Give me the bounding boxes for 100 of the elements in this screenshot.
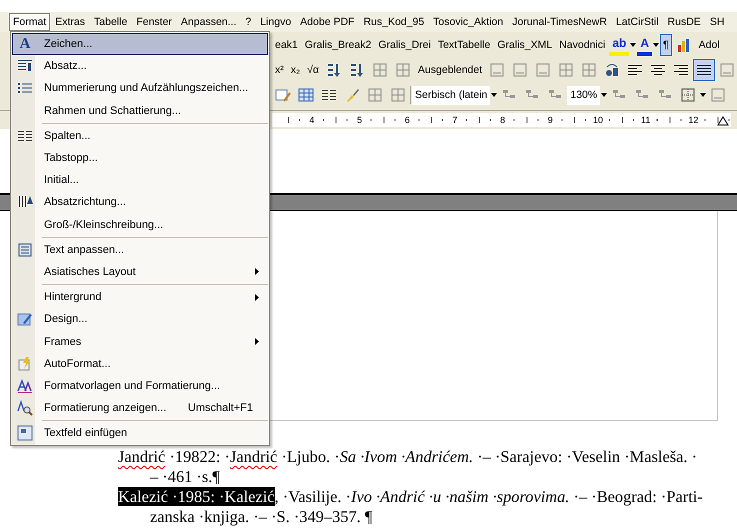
menu-title[interactable]: Tosovic_Aktion [429,13,508,31]
ruler-number: 9 [546,114,554,127]
menu-title[interactable]: Adobe PDF [296,13,358,31]
border-icon [680,87,696,103]
menu-title[interactable]: ? [241,13,256,31]
columns-icon [321,87,337,103]
grid-icon [394,62,411,78]
menu-item[interactable]: Frames [12,330,268,353]
menu-item-label: Hintergrund [44,291,102,304]
menu-title[interactable]: RusDE [664,13,705,31]
menu-item-label: Asiatisches Layout [44,266,137,278]
align-right-icon [673,62,690,78]
document-text: Jandrić [118,447,166,466]
toolbar-button[interactable]: Gralis_Drei [375,34,434,56]
toolbar-dropdown-field[interactable]: 130% [567,86,600,104]
menu-title[interactable]: Anpassen... [176,13,240,31]
menu-title[interactable]: LatCirStil [612,13,663,31]
menu-item[interactable]: Formatvorlagen und Formatierung... [12,374,268,397]
menu-item[interactable]: Absatzrichtung... [12,191,268,214]
menu-item[interactable]: Rahmen und Schattierung... [12,100,268,122]
menu-item[interactable]: Formatierung anzeigen... Umschalt+F1 [12,397,268,420]
ruler-number: 7 [451,114,458,127]
menu-item[interactable]: Design... [12,308,268,330]
menu-item[interactable]: Initial... [12,169,268,192]
toolbar-dropdown-field[interactable]: Serbisch (latein [412,86,490,104]
toolbar-button[interactable]: TextTabelle [434,34,494,56]
toolbar-button[interactable]: Gralis_Break2 [302,34,374,56]
dropdown-caret-icon[interactable] [601,93,608,97]
color-tool-button[interactable]: A [637,34,652,56]
menu-item-label: Absatz... [44,60,88,72]
ruler-number: 12 [687,114,700,127]
menu-item[interactable]: Absatz... [12,55,268,78]
menu-item[interactable]: Spalten... [12,124,268,147]
menu-item[interactable]: Text anpassen... [12,238,268,261]
menu-item-label: Design... [44,313,88,326]
toolbar-button[interactable]: x₂ [288,59,304,81]
menu-item[interactable]: A Zeichen... [12,33,268,56]
sort-icon [326,62,342,78]
toolbar-button[interactable]: Navodnici [556,34,608,56]
design-icon [17,311,33,328]
toolbar-button[interactable]: Gralis_XML [494,34,556,56]
menu-item[interactable]: Textfeld einfügen [12,422,268,444]
textbox-icon [17,425,33,442]
ruler[interactable]: 4 5 6 7 8 9 10 11 12 [272,113,732,127]
menu-item-label: Text anpassen... [44,244,126,256]
frame-icon [710,87,726,103]
toolbar-button[interactable]: Ausgeblendet [414,59,486,81]
menu-item-label: Spalten... [44,130,92,142]
selected-text: Kalezić ·1985: ·Kalezić [118,487,275,506]
toolbar-button[interactable]: ¶ [660,34,672,56]
menu-item-label: Rahmen und Schattierung... [44,104,182,117]
menu-title[interactable]: Extras [51,13,90,31]
frame-icon [489,62,506,78]
menu-item[interactable]: Tabstopp... [12,146,268,170]
menu-item-label: Absatzrichtung... [44,196,127,208]
align-left-icon [627,62,644,78]
dropdown-caret-icon[interactable] [653,43,660,47]
menu-item-label: Frames [44,336,82,348]
toolbar-button[interactable] [693,59,716,81]
toolbar-button[interactable]: x² [272,59,287,81]
menu-item[interactable]: Hintergrund [12,286,268,308]
menu-item-label: Formatierung anzeigen... [44,402,168,414]
menu-item[interactable]: Asiatisches Layout [12,260,268,284]
menu-item-label: Initial... [44,174,80,186]
menu-title[interactable]: Jorunal-TimesNewR [508,13,611,31]
menu-title[interactable]: Lingvo [256,13,296,31]
menu-item[interactable]: Groß-/Kleinschreibung... [12,214,268,236]
dropdown-caret-icon[interactable] [630,43,636,47]
ruler-number: 10 [592,114,604,127]
menu-item-label: Tabstopp... [44,152,99,164]
menu-item[interactable]: Nummerierung und Aufzählungszeichen... [12,77,268,100]
document-text: , ·Vasilije. ·Ivo ·Andrić ·u ·našim ·sporovima. ·– ·Beograd: ·Parti- [274,487,703,506]
toolbar-button[interactable]: Adol [696,34,723,56]
indent-marker-icon[interactable] [717,114,730,126]
dropdown-caret-icon[interactable] [491,93,498,97]
frame-icon [719,62,736,78]
menu-title[interactable]: Tabelle [90,13,132,31]
justify-icon [696,62,712,78]
document-text: – ·461 ·s.¶ [150,467,220,486]
menu-title[interactable]: Fenster [132,13,176,31]
chart-icon [676,37,692,53]
frame-icon [512,62,528,78]
brush-icon [344,87,360,103]
menu-title[interactable]: SH [706,13,728,31]
font-icon: A [20,36,30,53]
styles-icon [17,378,33,394]
ruler-number: 5 [356,114,364,127]
menu-title[interactable]: Rus_Kod_95 [359,13,428,31]
document-text: zanska ·knjiga. ·– ·S. ·349–357. ¶ [150,507,372,526]
menu-item[interactable]: AutoFormat... [12,352,268,375]
toolbar-button[interactable]: eak1 [272,34,301,56]
toolbar-button[interactable]: √α [304,59,322,81]
color-tool-button[interactable]: ab [609,34,630,56]
dropdown-caret-icon[interactable] [700,93,706,97]
ruler-number: 8 [499,114,506,127]
document-text: Jandrić [230,447,278,466]
menu-item-label: Groß-/Kleinschreibung... [44,218,164,231]
menu-title[interactable]: Format [9,13,50,31]
sort-icon [348,62,365,78]
document-text: ·Ljubo. ·Sa ·Ivom ·Andrićem. ·– ·Sarajevo: ·Veselin ·Masleša. · [280,447,698,466]
